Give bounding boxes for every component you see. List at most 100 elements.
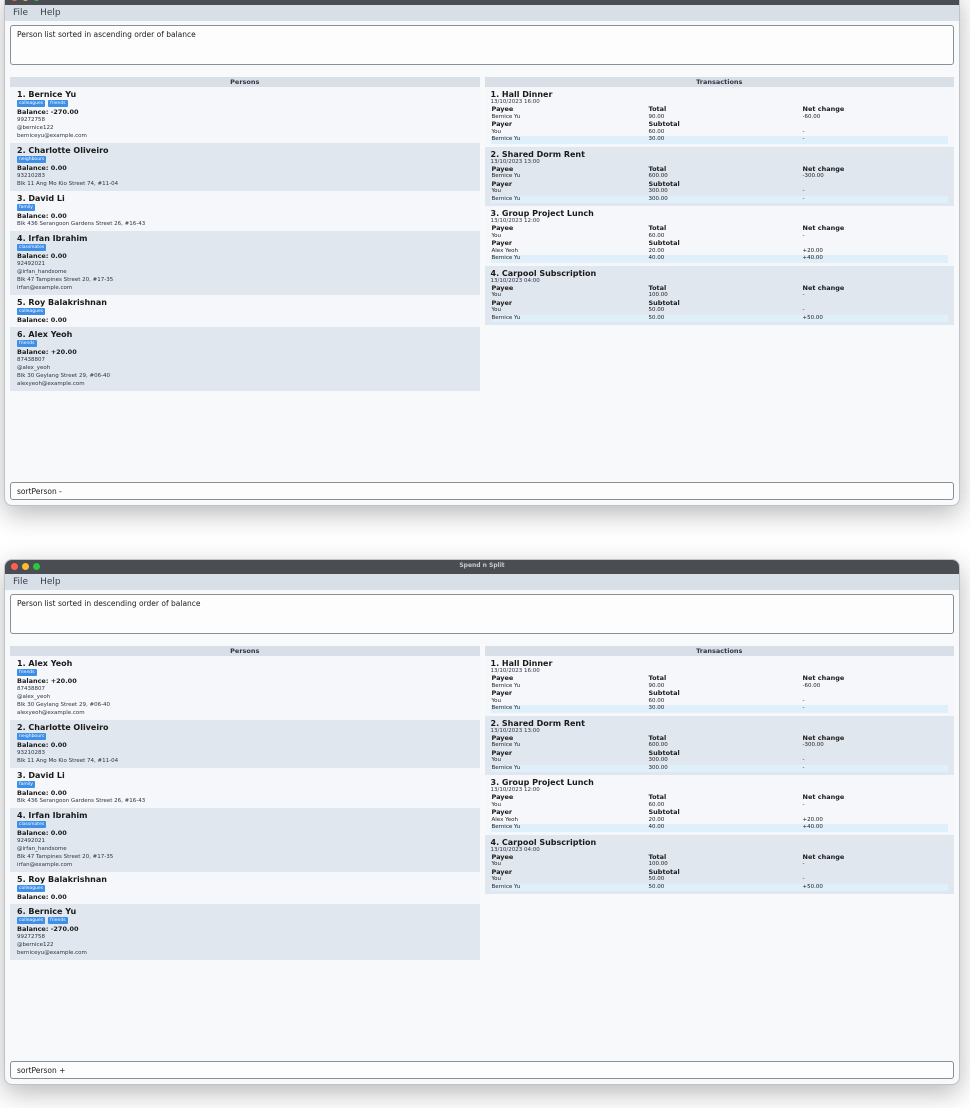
- title-bar: Spend n Split: [5, 0, 959, 5]
- payee-name: You: [491, 801, 501, 808]
- app-window-descending: Spend n Split File Help Person list sorted …: [4, 559, 960, 1085]
- command-input[interactable]: sortPerson -: [10, 482, 954, 500]
- transaction-date: 13/10/2023 13:00: [490, 727, 540, 734]
- payer-subtotal: 50.00: [648, 307, 665, 313]
- person-card[interactable]: 3. David Li family Balance: 0.00 Blk 436 Se…: [10, 768, 480, 808]
- payer-label: Payer: [491, 120, 513, 128]
- payer-net-change: +50.00: [802, 883, 823, 890]
- payer-row: Bernice Yu 30.00 -: [490, 705, 948, 713]
- subtotal-label: Subtotal: [648, 808, 680, 816]
- person-card[interactable]: 6. Alex Yeoh friends Balance: +20.00 874388…: [10, 327, 480, 391]
- transaction-card[interactable]: 3. Group Project Lunch 13/10/2023 12:00 Pa…: [484, 775, 954, 835]
- window-title: Spend n Split: [459, 562, 505, 569]
- payee-label: Payee: [491, 283, 514, 292]
- payee-header-row: Payee Total Net change: [491, 283, 949, 293]
- payee-name: Bernice Yu: [491, 113, 521, 120]
- person-balance: Balance: 0.00: [17, 741, 67, 749]
- payer-label: Payer: [491, 239, 513, 247]
- person-detail: Blk 47 Tampines Street 20, #17-35: [17, 854, 114, 860]
- payee-label: Payee: [491, 852, 514, 861]
- person-name: 4. Irfan Ibrahim: [17, 811, 88, 820]
- payee-net-change: -: [802, 232, 805, 239]
- app-window-ascending: Spend n Split File Help Person list sorted …: [4, 0, 960, 506]
- tag-badge: neighbours: [17, 156, 47, 163]
- payer-subtotal: 300.00: [648, 188, 668, 194]
- payee-header-row: Payee Total Net change: [491, 793, 949, 802]
- payer-label: Payer: [491, 179, 513, 188]
- menu-help[interactable]: Help: [40, 577, 61, 587]
- payer-subtotal: 50.00: [648, 883, 665, 890]
- person-card[interactable]: 3. David Li family Balance: 0.00 Blk 436 Se…: [10, 191, 480, 231]
- payee-net-change: -60.00: [802, 113, 821, 120]
- payee-label: Payee: [491, 733, 514, 742]
- person-card[interactable]: 1. Alex Yeoh friends Balance: +20.00 874388…: [10, 656, 480, 720]
- person-tags: friends: [17, 669, 473, 676]
- person-card[interactable]: 6. Bernice Yu colleagues friends Balance: -…: [10, 904, 480, 960]
- payer-header-row: Payer Subtotal: [491, 868, 949, 877]
- minimize-window-button[interactable]: [22, 0, 29, 1]
- person-name: 2. Charlotte Oliveiro: [17, 723, 109, 732]
- person-tags: family: [17, 204, 473, 211]
- transactions-panel: Transactions 1. Hall Dinner 13/10/2023 16:…: [484, 77, 954, 391]
- person-name: 6. Bernice Yu: [17, 907, 77, 916]
- transaction-card[interactable]: 1. Hall Dinner 13/10/2023 16:00 Payee Total…: [484, 656, 954, 716]
- empty-cell: [803, 809, 949, 817]
- person-detail: @irfan_handsome: [17, 846, 67, 852]
- person-card[interactable]: 4. Irfan Ibrahim classmates Balance: 0.00 9…: [10, 231, 480, 295]
- transaction-card[interactable]: 4. Carpool Subscription 13/10/2023 04:00 P…: [484, 834, 954, 894]
- person-name: 6. Alex Yeoh: [17, 330, 73, 339]
- person-card[interactable]: 5. Roy Balakrishnan colleagues Balance: 0.…: [10, 872, 480, 904]
- empty-cell: [803, 181, 949, 189]
- payer-header-row: Payer Subtotal: [491, 749, 949, 758]
- payer-net-change: +20.00: [802, 247, 823, 254]
- close-window-button[interactable]: [11, 0, 18, 1]
- person-card[interactable]: 4. Irfan Ibrahim classmates Balance: 0.00 9…: [10, 808, 480, 872]
- transaction-card[interactable]: 4. Carpool Subscription 13/10/2023 04:00 P…: [484, 265, 954, 325]
- payer-name: Bernice Yu: [491, 705, 521, 711]
- payee-name: Bernice Yu: [491, 173, 521, 179]
- payer-row: You 50.00 -: [491, 876, 949, 884]
- person-detail: 87438807: [17, 357, 45, 363]
- person-card[interactable]: 2. Charlotte Oliveiro neighbours Balance: …: [10, 143, 480, 191]
- person-card[interactable]: 2. Charlotte Oliveiro neighbours Balance: …: [10, 720, 480, 768]
- person-balance: Balance: 0.00: [17, 316, 67, 324]
- payee-row: Bernice Yu 90.00 -60.00: [491, 683, 949, 691]
- payer-header-row: Payer Subtotal: [491, 120, 949, 129]
- payer-name: Bernice Yu: [491, 764, 521, 771]
- subtotal-label: Subtotal: [648, 689, 680, 697]
- transaction-card[interactable]: 1. Hall Dinner 13/10/2023 16:00 Payee Total…: [484, 87, 954, 147]
- zoom-window-button[interactable]: [33, 0, 40, 1]
- transaction-card[interactable]: 2. Shared Dorm Rent 13/10/2023 13:00 Payee…: [484, 715, 954, 775]
- empty-cell: [803, 690, 949, 698]
- menu-bar: File Help: [5, 574, 959, 590]
- payer-name: You: [491, 128, 501, 135]
- payee-row: You 60.00-: [491, 233, 949, 241]
- payer-net-change: +50.00: [802, 314, 823, 321]
- transaction-date: 13/10/2023 13:00: [490, 158, 540, 165]
- payee-name: You: [491, 232, 501, 239]
- command-input[interactable]: sortPerson +: [10, 1061, 954, 1079]
- payer-net-change: -: [802, 764, 805, 771]
- payee-header-row: Payee Total Net change: [491, 165, 949, 174]
- payer-subtotal: 50.00: [648, 314, 665, 321]
- person-name: 2. Charlotte Oliveiro: [17, 146, 109, 155]
- person-tags: neighbours: [17, 156, 473, 163]
- payee-label: Payee: [491, 105, 514, 113]
- tag-badge: colleagues: [17, 917, 46, 924]
- person-card[interactable]: 5. Roy Balakrishnan colleagues Balance: 0.…: [10, 295, 480, 327]
- tag-badge: friends: [17, 340, 37, 347]
- menu-help[interactable]: Help: [40, 8, 61, 18]
- person-balance: Balance: 0.00: [17, 789, 67, 797]
- person-tags: classmates: [17, 244, 473, 251]
- menu-file[interactable]: File: [13, 8, 28, 18]
- person-balance: Balance: 0.00: [17, 164, 67, 172]
- payer-header-row: Payer Subtotal: [491, 808, 949, 817]
- payer-row: You 60.00 -: [491, 698, 949, 706]
- person-card[interactable]: 1. Bernice Yu colleagues friends Balance: -…: [10, 87, 480, 143]
- transaction-card[interactable]: 2. Shared Dorm Rent 13/10/2023 13:00 Payee…: [484, 146, 954, 206]
- payer-net-change: -: [802, 188, 805, 194]
- payer-name: You: [491, 697, 501, 704]
- transaction-card[interactable]: 3. Group Project Lunch 13/10/2023 12:00 Pa…: [484, 206, 954, 266]
- menu-file[interactable]: File: [13, 577, 28, 587]
- payer-subtotal: 300.00: [648, 764, 668, 771]
